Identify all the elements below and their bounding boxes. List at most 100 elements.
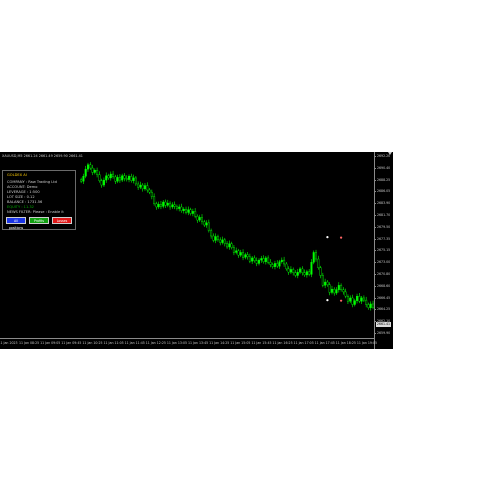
candle bbox=[182, 207, 185, 214]
company-line: COMPANY : Raw Trading Ltd bbox=[7, 180, 57, 184]
candle bbox=[301, 266, 304, 276]
chart-window[interactable]: XAUUSD,M5 2661.24 2661.49 2659.90 2661.4… bbox=[0, 152, 393, 349]
candle-body bbox=[351, 297, 354, 305]
price-tick bbox=[374, 191, 376, 193]
candle bbox=[180, 203, 183, 213]
candle bbox=[317, 255, 320, 270]
time-axis[interactable]: 11 Jan 2023 11 Jan 08:25 11 Jan 09:05 11 Ja… bbox=[0, 338, 377, 349]
current-price-label: 2661.41 bbox=[376, 322, 391, 328]
candle-body bbox=[358, 296, 361, 302]
candle-body bbox=[237, 250, 240, 256]
candle bbox=[294, 270, 297, 278]
close-profits-button[interactable]: Profits bbox=[29, 217, 49, 224]
candle bbox=[162, 200, 165, 209]
price-tick bbox=[374, 238, 376, 240]
candle-body bbox=[353, 300, 356, 305]
leverage-line: LEVERAGE : 1:500 bbox=[7, 190, 40, 194]
candle-body bbox=[303, 272, 306, 276]
candle-body bbox=[223, 239, 226, 244]
candle bbox=[112, 170, 115, 179]
candle-body bbox=[210, 230, 213, 237]
candle bbox=[187, 206, 190, 216]
price-axis[interactable]: 2692.20 2690.40 2688.25 2686.05 2683.90 2681.… bbox=[374, 152, 393, 349]
candle bbox=[214, 233, 217, 244]
candle-body bbox=[346, 296, 349, 302]
time-tick-label: 11 Jan 17:05 bbox=[293, 341, 314, 345]
candle-body bbox=[162, 201, 165, 207]
candle-body bbox=[273, 263, 276, 267]
candle-body bbox=[292, 269, 295, 273]
candle bbox=[116, 174, 119, 184]
candle bbox=[86, 162, 89, 172]
panel-title: GOLDEX AI bbox=[7, 173, 27, 177]
candle bbox=[143, 183, 146, 191]
price-tick-label: 2664.25 bbox=[377, 307, 391, 312]
candle bbox=[150, 189, 153, 200]
buy-trade-marker[interactable] bbox=[326, 299, 329, 302]
candle-body bbox=[137, 183, 140, 188]
candle-body bbox=[185, 208, 188, 213]
candle-body bbox=[294, 272, 297, 276]
candle bbox=[82, 173, 85, 184]
close-all-positions-button[interactable]: All positions bbox=[6, 217, 26, 230]
candle-body bbox=[205, 222, 208, 226]
candle-body bbox=[244, 254, 247, 258]
price-tick-label: 2670.80 bbox=[377, 272, 391, 276]
time-tick-label: 11 Jan 13:45 bbox=[187, 341, 209, 345]
candle-body bbox=[253, 257, 256, 261]
candle bbox=[223, 237, 226, 247]
candle bbox=[299, 266, 302, 275]
candle-body bbox=[180, 206, 183, 211]
candle-body bbox=[312, 252, 315, 263]
candle bbox=[246, 252, 249, 260]
candle-body bbox=[335, 289, 338, 294]
price-tick-label: 2686.05 bbox=[377, 189, 391, 194]
candle bbox=[271, 262, 274, 269]
candle-body bbox=[80, 179, 83, 182]
price-tick-label: 2681.70 bbox=[377, 213, 391, 217]
candle-body bbox=[86, 164, 89, 170]
candle bbox=[342, 287, 345, 295]
sell-trade-marker[interactable] bbox=[339, 299, 343, 302]
candle-body bbox=[271, 264, 274, 267]
candle-body bbox=[333, 288, 336, 294]
candle bbox=[285, 262, 288, 271]
candle-body bbox=[207, 222, 210, 231]
time-tick-label: 11 Jan 18:25 bbox=[335, 341, 356, 345]
candle bbox=[230, 241, 233, 250]
candle-body bbox=[310, 262, 313, 275]
news-filter-line: NEWS FILTER: Please : Enable it bbox=[7, 210, 64, 214]
close-losses-button[interactable]: Losses bbox=[52, 217, 72, 224]
candle-body bbox=[157, 204, 160, 208]
candle-body bbox=[242, 252, 245, 258]
candle bbox=[319, 265, 322, 279]
candle-body bbox=[342, 289, 345, 293]
time-tick-label: 11 Jan 16:25 bbox=[272, 341, 293, 345]
price-tick bbox=[374, 179, 376, 181]
candle-body bbox=[116, 177, 119, 182]
candle bbox=[340, 283, 343, 292]
candle-body bbox=[153, 196, 156, 204]
candle bbox=[178, 204, 181, 212]
price-tick-label: 2659.90 bbox=[377, 331, 391, 335]
candle bbox=[200, 214, 203, 225]
candle bbox=[335, 287, 338, 295]
account-line: ACCOUNT: Demo bbox=[7, 185, 38, 189]
candle bbox=[132, 174, 135, 184]
candle-body bbox=[317, 258, 320, 268]
candle bbox=[91, 164, 94, 176]
candle-body bbox=[315, 252, 318, 260]
candle bbox=[166, 199, 169, 208]
candle-body bbox=[344, 291, 347, 297]
candle-body bbox=[356, 296, 359, 301]
candle bbox=[216, 234, 219, 242]
candle-body bbox=[301, 268, 304, 273]
buy-trade-marker[interactable] bbox=[326, 236, 329, 239]
candle-body bbox=[123, 175, 126, 179]
ea-info-panel: GOLDEX AI COMPANY : Raw Trading Ltd ACCO… bbox=[2, 170, 76, 230]
candle-body bbox=[84, 168, 87, 177]
candle bbox=[287, 266, 290, 275]
sell-trade-marker[interactable] bbox=[339, 236, 343, 239]
time-tick-label: 11 Jan 15:05 bbox=[230, 341, 251, 345]
price-tick-label: 2690.40 bbox=[377, 165, 391, 170]
